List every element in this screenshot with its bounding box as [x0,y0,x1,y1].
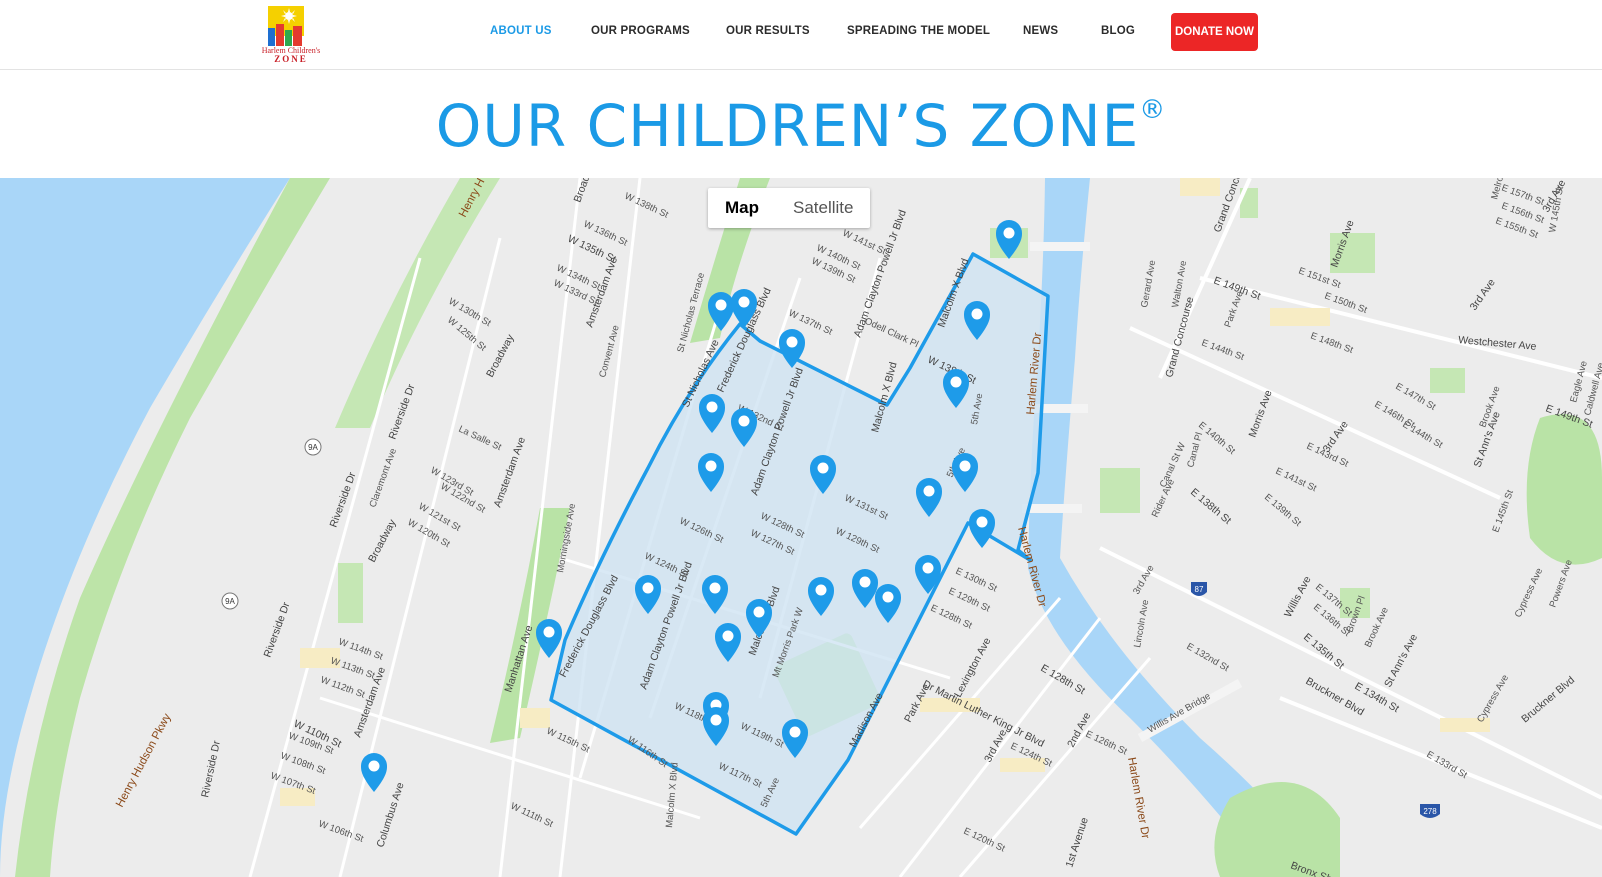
upper-west-park [335,178,500,428]
route-9a-shield-2: 9A [221,592,239,610]
w-112-label: W 112th St [319,674,367,700]
w-113-label: W 113th St [329,655,377,681]
third-ave-bx-label-2: 3rd Ave [1468,277,1498,313]
e-139-label: E 139th St [1262,492,1303,529]
w-141-label: W 141st St [841,228,888,258]
lincoln-label: Lincoln Ave [1132,599,1151,649]
registered-mark: ® [1139,95,1167,125]
nav-spreading-the-model[interactable]: SPREADING THE MODEL [847,25,990,37]
park [1100,468,1140,513]
svg-text:9A: 9A [308,443,318,452]
svg-text:87: 87 [1195,585,1204,594]
columbus-label: Columbus Ave [374,781,406,849]
cypress-label: Cypress Ave [1513,566,1545,619]
map-view-button[interactable]: Map [708,188,776,228]
svg-text:9A: 9A [225,597,235,606]
morris-label-2: Morris Ave [1247,388,1275,439]
claremont-label: Claremont Ave [367,447,399,509]
page-title-text: OUR CHILDREN’S ZONE [435,92,1140,160]
canal-label: Canal Pl [1185,431,1205,469]
w-115-label: W 115th St [545,726,592,756]
park [1430,368,1465,393]
malcolm-x-label-4: Malcolm X Blvd [664,762,681,828]
map-type-toggle: Map Satellite [708,188,871,228]
w-138b-label: W 138th St [623,191,671,221]
location-pin-icon[interactable] [536,619,562,658]
e-132-label: E 132nd St [1185,641,1232,674]
satellite-view-button[interactable]: Satellite [776,188,870,228]
harlem-river-dr-label-3: Harlem River Dr [1125,756,1151,839]
cypress-label-2: Cypress Ave [1475,673,1511,725]
bruckner-label-2: Bruckner Blvd [1519,674,1577,725]
crotona-area-park [1526,414,1602,565]
location-pin-icon[interactable] [361,753,387,792]
nav-news[interactable]: NEWS [1023,25,1058,37]
third-ave-bx-label-4: 3rd Ave [1131,563,1157,596]
nav-blog[interactable]: BLOG [1101,25,1135,37]
map-canvas[interactable]: Henry Hudson Pkwy Henry H Harlem River D… [0,178,1602,877]
bridge [1030,242,1090,251]
willis-label: Willis Ave [1282,574,1314,619]
nav-our-results[interactable]: OUR RESULTS [726,25,810,37]
e-128b-label: E 128th St [929,603,974,632]
gerard-label: Gerard Ave [1139,259,1158,308]
w-108-label: W 108th St [279,750,327,777]
park-ave-bx-label: Park Ave [1222,290,1245,329]
nav-our-programs[interactable]: OUR PROGRAMS [591,25,690,37]
la-salle-label: La Salle St [457,424,504,454]
henry-hudson-label: Henry Hudson Pkwy [114,712,174,810]
randalls-park [1214,782,1340,877]
e-141-label: E 141st St [1274,466,1319,495]
nav-about-us[interactable]: ABOUT US [490,25,552,37]
e-133-label: E 133rd St [1425,749,1470,781]
interstate-278-shield: 278 [1420,804,1440,818]
site-header: Harlem Children's ZONE ABOUT US OUR PROG… [0,0,1602,70]
riverside-church-park [338,563,363,623]
riverside-label-3: Riverside Dr [262,600,293,659]
riverside-label: Riverside Dr [387,382,418,441]
main-nav: ABOUT US OUR PROGRAMS OUR RESULTS SPREAD… [0,0,1602,70]
powers-label: Powers Ave [1547,558,1574,609]
hero-section: OUR CHILDREN’S ZONE® [0,70,1602,178]
svg-text:278: 278 [1423,807,1437,816]
riverside-label-4: Riverside Dr [199,739,223,798]
location-pin-icon[interactable] [969,509,995,548]
interstate-87-shield: 87 [1191,582,1207,596]
rider-label: Rider Ave [1150,477,1177,519]
st-anns-label-2: St Ann's Ave [1382,632,1420,689]
donate-now-button[interactable]: DONATE NOW [1171,13,1258,51]
first-ave-label: 1st Avenue [1063,816,1090,869]
e-144b-label: E 144th St [1401,419,1445,451]
lexington-label: Lexington Ave [952,636,994,700]
w-106-label: W 106th St [317,818,365,845]
broadway-label: Broadway [572,178,600,204]
page-title: OUR CHILDREN’S ZONE® [0,92,1602,160]
e-148-label: E 148th St [1309,330,1355,356]
e-144-label: E 144th St [1200,337,1246,363]
e-138-label: E 138th St [1188,486,1233,527]
broadway-label-3: Broadway [366,517,399,565]
w-111-label: W 111th St [509,801,555,830]
route-9a-shield: 9A [304,438,322,456]
zone-map[interactable]: Henry Hudson Pkwy Henry H Harlem River D… [0,178,1602,877]
broadway-label-2: Broadway [484,332,517,380]
odell-label: Odell Clark Pl [863,316,920,351]
e-126-label: E 126th St [1084,729,1129,758]
